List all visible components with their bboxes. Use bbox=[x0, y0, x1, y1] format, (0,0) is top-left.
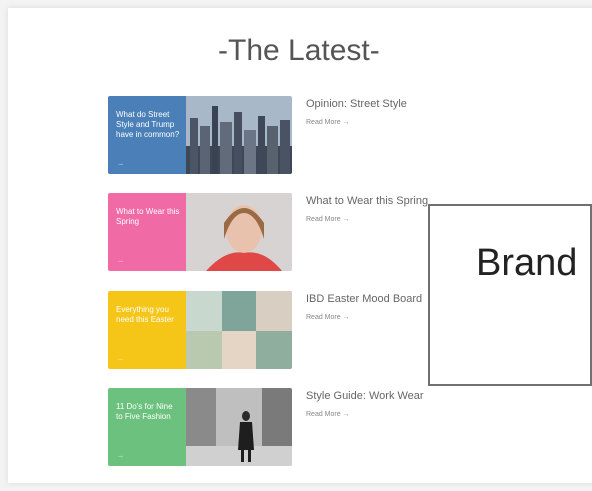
read-more-link[interactable]: Read More → bbox=[306, 411, 566, 418]
post-info: Style Guide: Work Wear Read More → bbox=[306, 390, 566, 418]
brand-logo-icon: ◦◦◦ bbox=[118, 357, 124, 363]
post-thumbnail[interactable]: Everything you need this Easter ◦◦◦ bbox=[108, 291, 292, 369]
brand-logo-icon: ◦◦◦ bbox=[118, 259, 124, 265]
brand-logo-icon: ◦◦◦ bbox=[118, 162, 124, 168]
brand-overlay-panel: Brand bbox=[428, 204, 592, 386]
post-title[interactable]: Opinion: Street Style bbox=[306, 98, 566, 110]
read-more-link[interactable]: Read More → bbox=[306, 119, 566, 126]
list-item[interactable]: 11 Do's for Nine to Five Fashion ◦◦◦ Sty… bbox=[108, 388, 588, 466]
post-thumbnail[interactable]: What to Wear this Spring ◦◦◦ bbox=[108, 193, 292, 271]
post-info: Opinion: Street Style Read More → bbox=[306, 98, 566, 126]
woman-portrait-image bbox=[186, 193, 292, 271]
brand-logo-icon: ◦◦◦ bbox=[118, 454, 124, 460]
post-thumbnail[interactable]: 11 Do's for Nine to Five Fashion ◦◦◦ bbox=[108, 388, 292, 466]
list-item[interactable]: What do Street Style and Trump have in c… bbox=[108, 96, 588, 174]
city-street-image bbox=[186, 388, 292, 466]
section-title: -The Latest- bbox=[218, 34, 380, 67]
mood-board-image bbox=[186, 291, 292, 369]
section-header: -The Latest- bbox=[8, 0, 592, 80]
post-title[interactable]: Style Guide: Work Wear bbox=[306, 390, 566, 402]
post-thumbnail[interactable]: What do Street Style and Trump have in c… bbox=[108, 96, 292, 174]
overlay-label: Brand bbox=[476, 242, 578, 284]
city-skyline-image bbox=[186, 96, 292, 174]
